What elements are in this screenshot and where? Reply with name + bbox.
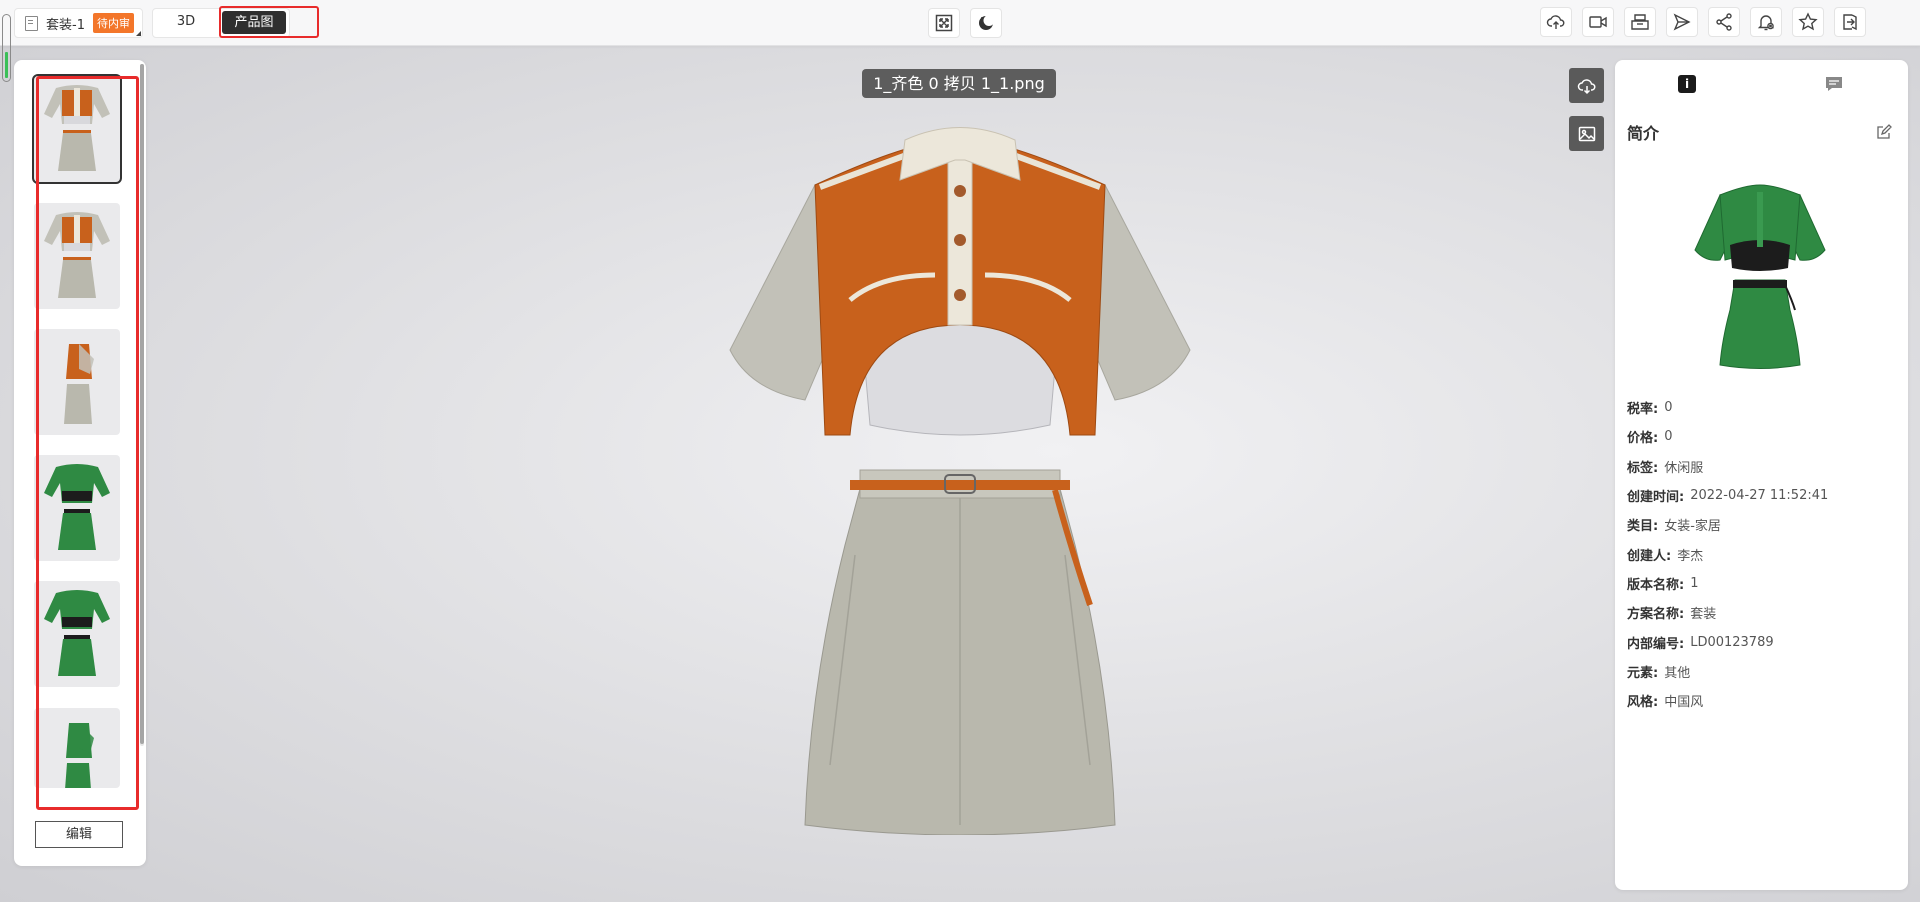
- video-icon: [1589, 16, 1607, 28]
- share-button[interactable]: [1708, 7, 1740, 37]
- page-scroll-indicator[interactable]: [2, 14, 11, 82]
- info-tab[interactable]: i: [1678, 75, 1696, 93]
- thumbnail-image: [64, 344, 94, 424]
- thumbnail-image: [65, 723, 94, 788]
- mode-product-image-button[interactable]: 产品图: [222, 11, 286, 34]
- cloud-download-button[interactable]: [1569, 68, 1604, 103]
- exit-button[interactable]: [1834, 7, 1866, 37]
- video-button[interactable]: [1582, 7, 1614, 37]
- info-field-value: 套装: [1690, 607, 1717, 623]
- info-field-row: 创建时间: 2022-04-27 11:52:41: [1627, 481, 1897, 510]
- info-field-value: 女装-家居: [1664, 519, 1721, 535]
- info-field-label: 创建时间:: [1627, 490, 1685, 506]
- document-selector[interactable]: 套装-1 待内审: [14, 8, 143, 38]
- notification-button[interactable]: [1750, 7, 1782, 37]
- info-field-row: 标签: 休闲服: [1627, 452, 1897, 481]
- comment-icon[interactable]: [1824, 75, 1844, 93]
- image-icon: [1578, 126, 1595, 141]
- top-toolbar: 套装-1 待内审 3D 产品图: [0, 0, 1920, 46]
- cloud-upload-button[interactable]: [1540, 7, 1572, 37]
- info-field-row: 内部编号: LD00123789: [1627, 627, 1897, 656]
- fullscreen-icon: [935, 14, 953, 32]
- info-field-value: 2022-04-27 11:52:41: [1690, 488, 1829, 504]
- product-preview-image: [1694, 184, 1826, 369]
- status-badge: 待内审: [92, 13, 134, 33]
- info-field-value: LD00123789: [1690, 634, 1774, 650]
- thumbnail-image: [44, 85, 110, 171]
- thumbnail-scrollbar[interactable]: [140, 64, 144, 746]
- archive-icon: [1631, 14, 1649, 30]
- night-mode-icon: [979, 15, 995, 30]
- thumbnail-item[interactable]: [34, 581, 120, 687]
- info-field-row: 创建人: 李杰: [1627, 539, 1897, 568]
- info-field-label: 方案名称:: [1627, 607, 1685, 623]
- image-button[interactable]: [1569, 116, 1604, 151]
- info-field-row: 类目: 女装-家居: [1627, 510, 1897, 539]
- document-name: 套装-1: [46, 17, 85, 33]
- info-field-label: 内部编号:: [1627, 636, 1685, 652]
- product-render-image: [729, 127, 1191, 835]
- edit-icon[interactable]: [1876, 124, 1892, 140]
- info-field-value: 休闲服: [1664, 460, 1704, 476]
- cloud-upload-icon: [1546, 15, 1565, 29]
- info-field-value: 1: [1690, 575, 1699, 591]
- star-icon: [1798, 12, 1818, 31]
- info-field-label: 创建人:: [1627, 548, 1672, 564]
- info-field-row: 元素: 其他: [1627, 657, 1897, 686]
- share-icon: [1716, 13, 1732, 31]
- dropdown-corner-icon: [135, 31, 141, 36]
- thumbnail-item[interactable]: [34, 203, 120, 309]
- thumbnail-item[interactable]: [34, 329, 120, 435]
- info-field-row: 版本名称: 1: [1627, 569, 1897, 598]
- thumbnail-image: [44, 464, 110, 550]
- send-button[interactable]: [1666, 7, 1698, 37]
- info-field-label: 标签:: [1627, 460, 1659, 476]
- info-field-row: 价格: 0: [1627, 422, 1897, 451]
- info-field-label: 税率:: [1627, 402, 1659, 418]
- info-field-row: 税率: 0: [1627, 393, 1897, 422]
- intro-title: 简介: [1627, 124, 1660, 143]
- info-field-value: 中国风: [1664, 695, 1704, 711]
- exit-icon: [1843, 14, 1857, 31]
- mode-3d-button[interactable]: 3D: [152, 8, 220, 36]
- thumbnail-item[interactable]: [32, 74, 122, 184]
- info-field-value: 0: [1664, 400, 1673, 416]
- info-field-value: 其他: [1664, 665, 1691, 681]
- document-icon: [25, 15, 38, 31]
- night-mode-button[interactable]: [970, 8, 1002, 38]
- thumbnail-item[interactable]: [34, 455, 120, 561]
- info-field-label: 版本名称:: [1627, 577, 1685, 593]
- notification-icon: [1757, 15, 1775, 31]
- info-field-label: 元素:: [1627, 665, 1659, 681]
- archive-button[interactable]: [1624, 7, 1656, 37]
- thumbnail-image: [44, 590, 110, 676]
- edit-button[interactable]: 编辑: [35, 821, 123, 848]
- info-field-list: 税率: 0 价格: 0 标签: 休闲服创建时间: 2022-04-27 11:52:41 类目…: [1627, 393, 1897, 715]
- info-field-row: 方案名称: 套装: [1627, 598, 1897, 627]
- file-name-label: 1_齐色 0 拷贝 1_1.png: [862, 69, 1056, 98]
- info-field-label: 风格:: [1627, 695, 1659, 711]
- favorite-button[interactable]: [1792, 7, 1824, 37]
- info-field-value: 李杰: [1677, 548, 1704, 564]
- info-field-value: 0: [1664, 429, 1673, 445]
- fullscreen-button[interactable]: [928, 8, 960, 38]
- send-icon: [1673, 13, 1691, 31]
- info-field-label: 价格:: [1627, 431, 1659, 447]
- info-field-row: 风格: 中国风: [1627, 686, 1897, 715]
- info-field-label: 类目:: [1627, 519, 1659, 535]
- cloud-download-icon: [1577, 78, 1595, 94]
- thumbnail-image: [44, 212, 110, 298]
- thumbnail-item[interactable]: [34, 708, 120, 788]
